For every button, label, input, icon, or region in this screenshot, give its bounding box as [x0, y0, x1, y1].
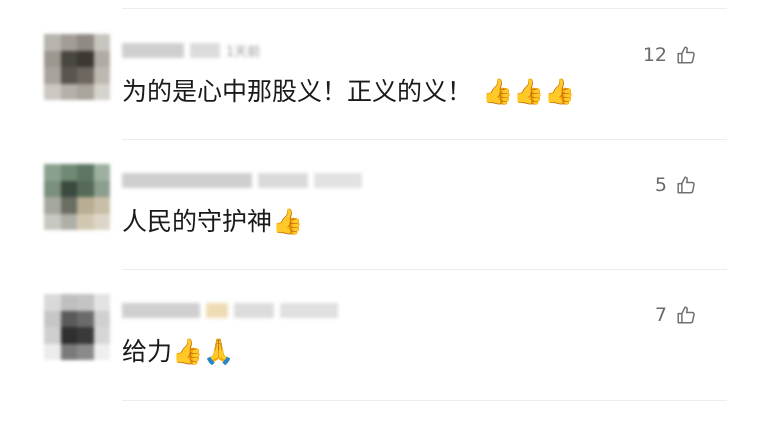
folded-hands-emoji-icon: 🙏 [203, 337, 235, 366]
like-button[interactable]: 7 [655, 304, 697, 326]
avatar[interactable] [44, 34, 110, 100]
avatar[interactable] [44, 294, 110, 360]
thumbs-up-emoji-icon: 👍 [513, 77, 545, 106]
divider [122, 139, 727, 140]
comment-author[interactable] [122, 300, 338, 320]
divider-top [122, 8, 727, 9]
comment-text: 给力 👍 🙏 [122, 334, 234, 370]
divider [122, 269, 727, 270]
like-button[interactable]: 5 [655, 174, 697, 196]
thumbs-up-icon [677, 176, 695, 194]
comment-text-content: 为的是心中那股义！正义的义！ [122, 77, 473, 106]
like-count: 5 [654, 174, 667, 196]
comment-author[interactable]: 1天前 [122, 40, 260, 60]
comment-text: 人民的守护神 👍 [122, 204, 303, 240]
comment-text-content: 人民的守护神 [122, 207, 273, 236]
thumbs-up-emoji-icon: 👍 [172, 337, 204, 366]
comment-author[interactable] [122, 170, 362, 190]
comment-item: 5 人民的守护神 👍 [0, 164, 781, 294]
comment-item: 7 给力 👍 🙏 [0, 294, 781, 424]
thumbs-up-emoji-icon: 👍 [482, 77, 514, 106]
comment-text-content: 给力 [122, 337, 173, 366]
thumbs-up-icon [677, 306, 695, 324]
like-count: 12 [642, 44, 667, 66]
thumbs-up-emoji-icon: 👍 [272, 207, 304, 236]
thumbs-up-emoji-icon: 👍 [544, 77, 576, 106]
like-count: 7 [654, 304, 667, 326]
like-button[interactable]: 12 [643, 44, 697, 66]
avatar[interactable] [44, 164, 110, 230]
divider [122, 400, 727, 401]
comment-item: 1天前 12 为的是心中那股义！正义的义！ 👍 👍 👍 [0, 34, 781, 164]
thumbs-up-icon [677, 46, 695, 64]
comment-text: 为的是心中那股义！正义的义！ 👍 👍 👍 [122, 74, 575, 110]
comment-time: 1天前 [226, 44, 261, 60]
